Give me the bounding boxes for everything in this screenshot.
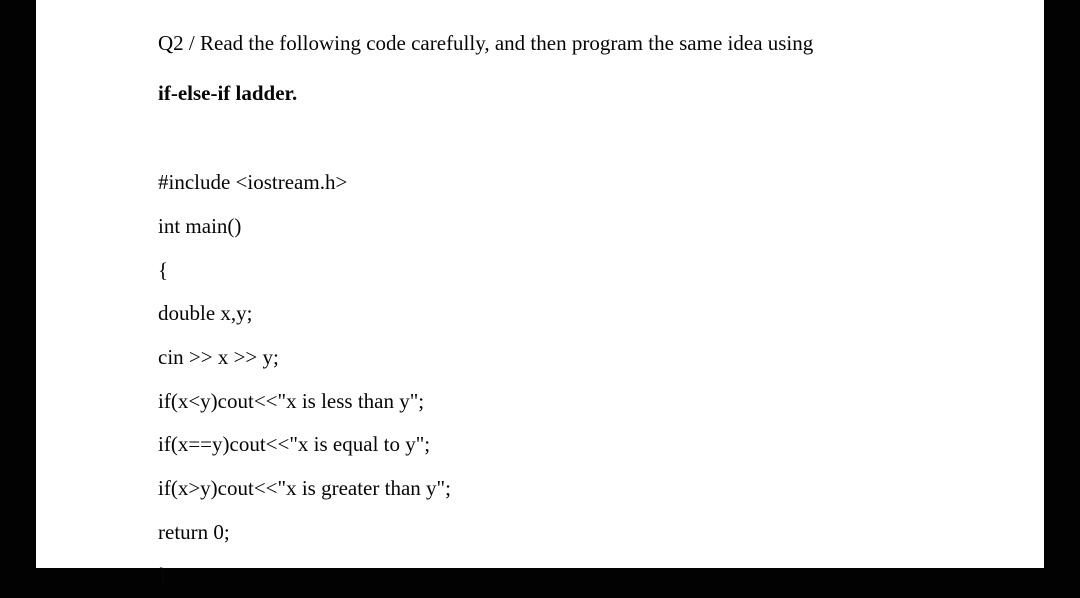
code-line: double x,y; [158, 292, 924, 336]
document-page: Q2 / Read the following code carefully, … [36, 0, 1044, 568]
question-number: Q2 / [158, 31, 200, 55]
code-line: int main() [158, 205, 924, 249]
code-line: if(x==y)cout<<"x is equal to y"; [158, 423, 924, 467]
code-line: cin >> x >> y; [158, 336, 924, 380]
code-line: #include <iostream.h> [158, 161, 924, 205]
code-line: if(x>y)cout<<"x is greater than y"; [158, 467, 924, 511]
code-line: if(x<y)cout<<"x is less than y"; [158, 380, 924, 424]
code-line: return 0; [158, 511, 924, 555]
question-bold-phrase: if-else-if ladder. [158, 76, 924, 112]
question-text: Read the following code carefully, and t… [200, 31, 813, 55]
code-line: { [158, 249, 924, 293]
question-prompt: Q2 / Read the following code carefully, … [158, 26, 924, 62]
section-spacer [158, 125, 924, 161]
code-line: } [158, 554, 924, 598]
